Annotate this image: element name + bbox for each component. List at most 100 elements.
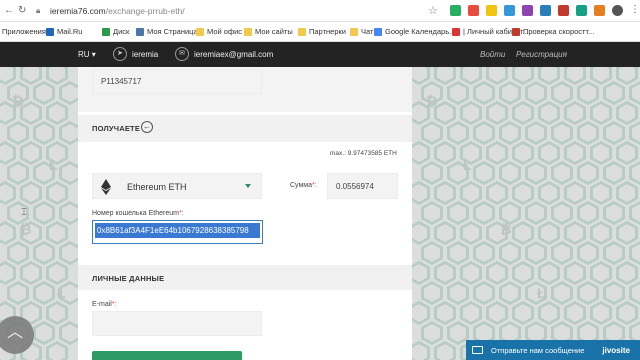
bookmark-item[interactable]: Партнерки: [298, 27, 346, 36]
hexagon-decoration: [33, 241, 55, 265]
ethereum-icon: [101, 179, 111, 195]
extension-icon[interactable]: [450, 5, 461, 16]
hexagon-decoration: [421, 161, 443, 185]
submit-button[interactable]: [92, 351, 242, 360]
bookmark-item[interactable]: Проверка скоростт...: [512, 27, 594, 36]
url-text[interactable]: ieremia76.com/exchange-prrub-eth/: [50, 6, 185, 16]
language-selector[interactable]: RU ▾: [78, 50, 96, 59]
hexagon-decoration: [412, 67, 430, 85]
browser-menu-icon[interactable]: ⋮: [630, 4, 640, 15]
sum-input[interactable]: 0.0556974: [327, 173, 398, 199]
hexagon-decoration: [538, 261, 560, 285]
chat-text: Отправьте нам сообщение: [491, 345, 585, 355]
hexagon-decoration: [629, 201, 640, 225]
login-link[interactable]: Войти: [480, 50, 505, 59]
hexagon-decoration: [590, 301, 612, 325]
hexagon-decoration: [486, 101, 508, 125]
hexagon-decoration: [564, 101, 586, 125]
extension-icon[interactable]: [468, 5, 479, 16]
hexagon-decoration: [616, 181, 638, 205]
extension-icon[interactable]: [576, 5, 587, 16]
hexagon-decoration: [499, 81, 521, 105]
bookmark-item[interactable]: Мои сайты: [244, 27, 293, 36]
hexagon-decoration: [603, 281, 625, 305]
hexagon-decoration: [564, 141, 586, 165]
hexagon-decoration: [412, 341, 430, 360]
background-pattern-right: ₿ Ł ₿ Ł: [412, 67, 640, 360]
hexagon-decoration: [59, 161, 78, 185]
hexagon-decoration: [412, 181, 430, 205]
hexagon-decoration: [629, 241, 640, 265]
reload-icon[interactable]: ↻: [18, 5, 26, 16]
hexagon-decoration: [33, 81, 55, 105]
sum-label: Сумма*:: [290, 182, 317, 189]
hexagon-decoration: [0, 67, 16, 85]
hexagon-decoration: [460, 301, 482, 325]
hexagon-decoration: [564, 301, 586, 325]
site-header: RU ▾ ➤ ieremia ✉ ieremiaex@gmail.com Вой…: [0, 42, 640, 67]
email-link[interactable]: ieremiaex@gmail.com: [194, 50, 273, 59]
browser-address-bar: ← ↻ 🔒︎ ieremia76.com/exchange-prrub-eth/…: [0, 0, 640, 22]
wallet-address-input[interactable]: 0x8B61af3A4F1eE64b1067928638385798: [92, 220, 263, 244]
currency-select[interactable]: Ethereum ETH: [92, 173, 262, 199]
hexagon-decoration: [447, 121, 469, 145]
hexagon-decoration: [616, 101, 638, 125]
hexagon-decoration: [59, 321, 78, 345]
hexagon-decoration: [590, 141, 612, 165]
hexagon-decoration: [460, 261, 482, 285]
hexagon-decoration: [629, 161, 640, 185]
hexagon-decoration: [59, 201, 78, 225]
hexagon-decoration: [0, 181, 16, 205]
bookmark-item[interactable]: Моя Страница: [136, 27, 198, 36]
bookmarks-bar: Приложения Mail.Ru Диск Моя Страница Мой офи…: [0, 22, 640, 42]
bookmark-favicon-icon: [452, 27, 460, 36]
bookmark-label: Моя Страница: [147, 27, 198, 36]
hexagon-decoration: [512, 181, 534, 205]
extension-icon[interactable]: [504, 5, 515, 16]
hexagon-decoration: [616, 67, 638, 85]
hexagon-decoration: [46, 301, 68, 325]
hexagon-decoration: [551, 161, 573, 185]
chat-widget[interactable]: Отправьте нам сообщение jivosite: [466, 340, 640, 360]
bookmark-item[interactable]: Google Календарь...: [374, 27, 455, 36]
hexagon-decoration: [551, 281, 573, 305]
bookmark-item[interactable]: Диск: [102, 27, 129, 36]
hexagon-decoration: [525, 201, 547, 225]
chevron-up-icon: ︿: [6, 324, 23, 341]
register-link[interactable]: Регистрация: [516, 50, 567, 59]
back-arrow-icon[interactable]: ←: [4, 5, 14, 16]
hexagon-decoration: [7, 161, 29, 185]
hexagon-decoration: [460, 67, 482, 85]
bookmark-label: Диск: [113, 27, 130, 36]
extension-icon[interactable]: [540, 5, 551, 16]
extension-icon[interactable]: [594, 5, 605, 16]
hexagon-decoration: [412, 261, 430, 285]
extension-icon[interactable]: [522, 5, 533, 16]
extension-icon[interactable]: [558, 5, 569, 16]
hexagon-decoration: [0, 261, 16, 285]
hexagon-decoration: [59, 81, 78, 105]
hexagon-decoration: [33, 321, 55, 345]
bookmark-label: Мой офис: [207, 27, 243, 36]
account-number-field[interactable]: P11345717: [92, 69, 262, 94]
bookmark-item[interactable]: Mail.Ru: [46, 27, 82, 36]
arrow-left-circle-icon[interactable]: ←: [141, 121, 153, 133]
hexagon-decoration: [473, 281, 495, 305]
hexagon-decoration: [577, 281, 599, 305]
bookmark-label: Приложения: [2, 27, 46, 36]
email-label: E-mail*:: [92, 301, 117, 308]
hexagon-decoration: [564, 181, 586, 205]
telegram-link[interactable]: ieremia: [132, 50, 158, 59]
profile-avatar[interactable]: [612, 5, 623, 16]
email-input[interactable]: [92, 311, 262, 336]
hexagon-decoration: [486, 141, 508, 165]
hexagon-decoration: [33, 281, 55, 305]
hexagon-decoration: [412, 141, 430, 165]
bookmark-star-icon[interactable]: ☆: [428, 4, 438, 17]
email-icon: ✉: [175, 47, 189, 61]
telegram-icon: ➤: [113, 47, 127, 61]
bookmark-item[interactable]: Мой офис: [196, 27, 242, 36]
bookmark-item[interactable]: Приложения: [2, 27, 46, 36]
extension-icon[interactable]: [486, 5, 497, 16]
chevron-down-icon: [245, 184, 251, 188]
